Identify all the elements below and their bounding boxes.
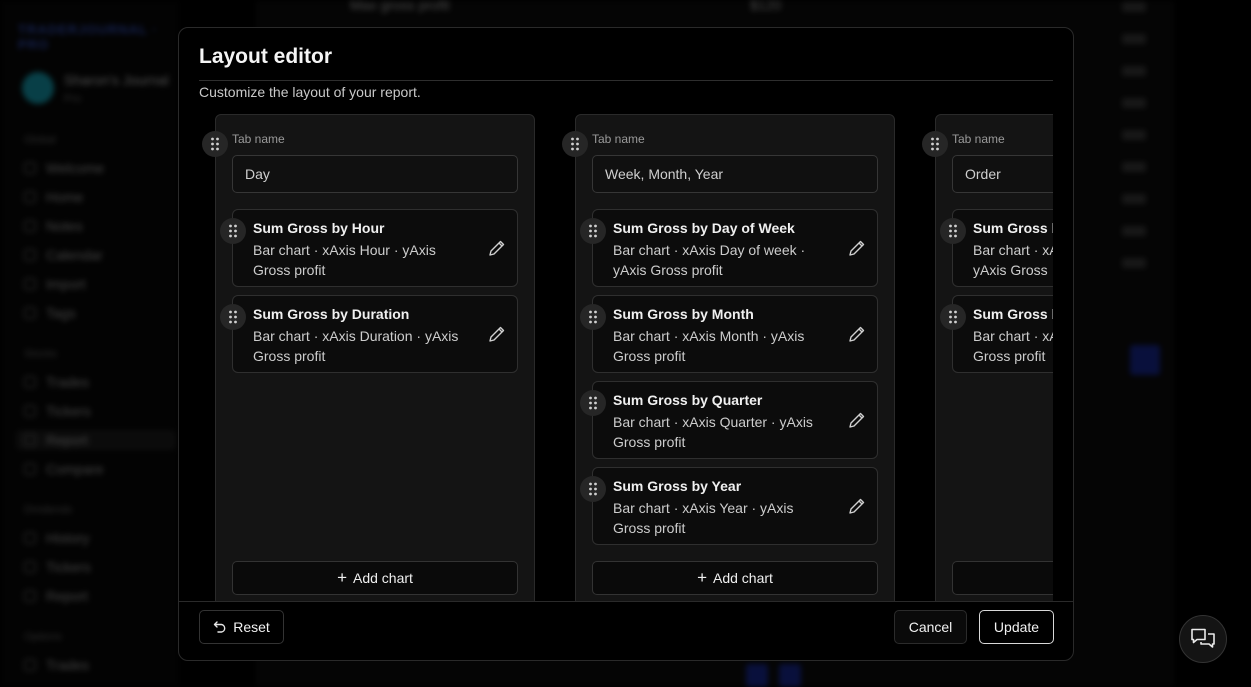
update-button[interactable]: Update [979,610,1054,644]
drag-handle-icon[interactable] [220,304,246,330]
drag-handle-icon[interactable] [562,131,588,157]
layout-editor-dialog: Layout editor Customize the layout of yo… [178,27,1074,661]
drag-handle-icon[interactable] [580,218,606,244]
add-chart-button[interactable]: + Add chart [592,561,878,595]
tab-name-input[interactable] [952,155,1053,193]
undo-icon [214,621,226,633]
chart-card[interactable]: Sum Gross by Quarter Bar chart · xAxis Q… [580,381,878,459]
reset-button[interactable]: Reset [199,610,284,644]
chart-card-title: Sum Gross by Hour [253,220,385,236]
add-chart-label: Add chart [353,570,413,586]
cancel-button[interactable]: Cancel [894,610,967,644]
chart-card-description: Bar chart · xAxis Day of week · yAxis Gr… [613,242,806,278]
chart-card-description: Bar chart · xAxis Month · yAxis Gross pr… [613,328,805,364]
reset-label: Reset [233,619,270,635]
chart-card-title: Sum Gross b [973,220,1053,236]
chart-card-description: Bar chart · xAxis Duration · yAxis Gross… [253,328,459,364]
drag-handle-icon[interactable] [202,131,228,157]
chart-card[interactable]: Sum Gross b Bar chart · xA Gross profit [940,295,1053,373]
drag-handle-icon[interactable] [580,476,606,502]
chart-card-description: Bar chart · xA Gross profit [973,328,1053,364]
chat-icon [1191,628,1215,648]
tab-columns-board: Tab name Sum Gross by Hour Bar chart · x… [199,114,1053,601]
tab-name-label: Tab name [952,132,1005,146]
divider [179,601,1073,602]
add-chart-label: Add chart [713,570,773,586]
chart-card-title: Sum Gross by Quarter [613,392,763,408]
pencil-icon[interactable] [487,238,507,258]
chart-card-title: Sum Gross b [973,306,1053,322]
chart-card-description: Bar chart · xAxis Hour · yAxis Gross pro… [253,242,436,278]
chart-card-title: Sum Gross by Month [613,306,754,322]
chart-card-title: Sum Gross by Duration [253,306,410,322]
drag-handle-icon[interactable] [940,218,966,244]
chart-card-title: Sum Gross by Day of Week [613,220,795,236]
tab-name-input[interactable] [592,155,878,193]
chart-card-title: Sum Gross by Year [613,478,742,494]
add-chart-button[interactable]: + Add chart [232,561,518,595]
chart-card[interactable]: Sum Gross by Year Bar chart · xAxis Year… [580,467,878,545]
chart-card[interactable]: Sum Gross by Duration Bar chart · xAxis … [220,295,518,373]
tab-column[interactable]: Tab name Sum Gross by Hour Bar chart · x… [202,114,535,601]
pencil-icon[interactable] [847,324,867,344]
dialog-title: Layout editor [199,45,333,68]
drag-handle-icon[interactable] [580,304,606,330]
pencil-icon[interactable] [847,410,867,430]
tab-name-label: Tab name [232,132,285,146]
tab-column[interactable]: Tab name Sum Gross b Bar chart · xA yAxi… [922,114,1053,601]
drag-handle-icon[interactable] [220,218,246,244]
pencil-icon[interactable] [847,496,867,516]
chat-button[interactable] [1179,615,1227,663]
add-chart-button[interactable] [952,561,1053,595]
divider [199,80,1053,81]
plus-icon: + [337,568,347,587]
chart-card-description: Bar chart · xAxis Quarter · yAxis Gross … [613,414,813,450]
chart-card[interactable]: Sum Gross by Hour Bar chart · xAxis Hour… [220,209,518,287]
chart-card-description: Bar chart · xAxis Year · yAxis Gross pro… [613,500,794,536]
pencil-icon[interactable] [847,238,867,258]
plus-icon: + [697,568,707,587]
drag-handle-icon[interactable] [940,304,966,330]
tab-name-input[interactable] [232,155,518,193]
chart-card-description: Bar chart · xA yAxis Gross [973,242,1053,278]
chart-card[interactable]: Sum Gross by Month Bar chart · xAxis Mon… [580,295,878,373]
drag-handle-icon[interactable] [580,390,606,416]
pencil-icon[interactable] [487,324,507,344]
chart-card[interactable]: Sum Gross b Bar chart · xA yAxis Gross [940,209,1053,287]
dialog-subtitle: Customize the layout of your report. [199,84,421,100]
tab-column[interactable]: Tab name Sum Gross by Day of Week Bar ch… [562,114,895,601]
drag-handle-icon[interactable] [922,131,948,157]
chart-card[interactable]: Sum Gross by Day of Week Bar chart · xAx… [580,209,878,287]
tab-name-label: Tab name [592,132,645,146]
cancel-label: Cancel [908,619,953,635]
update-label: Update [993,619,1040,635]
